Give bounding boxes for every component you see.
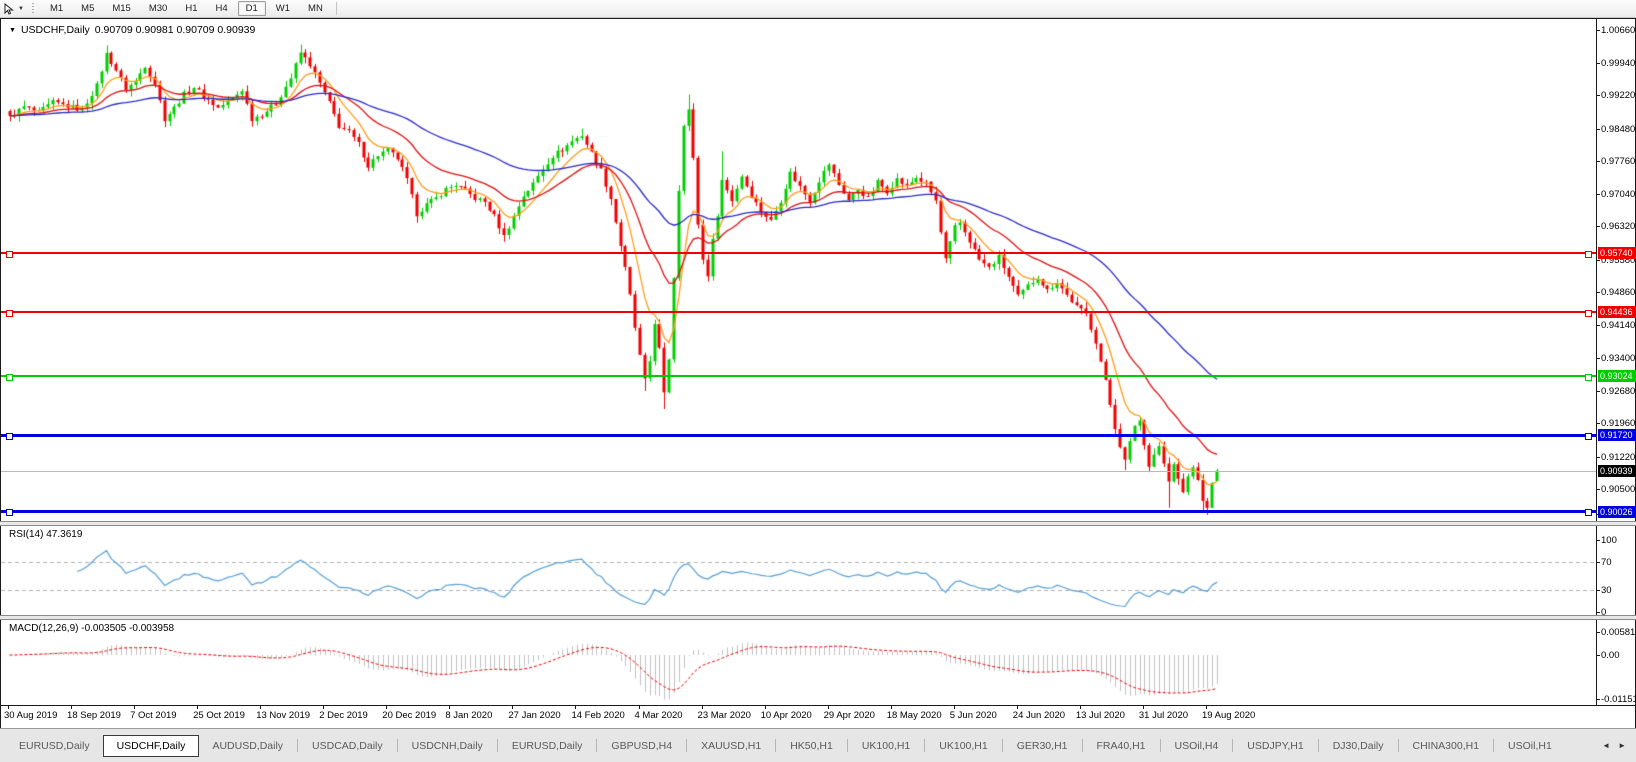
price-axis-label: 0.93400 xyxy=(1601,353,1635,364)
macd-indicator-label: MACD(12,26,9) -0.003505 -0.003958 xyxy=(9,623,174,634)
chart-menu-arrow-icon[interactable]: ▼ xyxy=(9,27,16,34)
hline-price-chip: 0.90026 xyxy=(1598,506,1636,518)
date-axis-label[interactable]: 29 Apr 2020 xyxy=(824,710,875,721)
date-axis-label[interactable]: 8 Jan 2020 xyxy=(445,710,492,721)
price-axis-label: 0.92680 xyxy=(1601,386,1635,397)
hline-handle[interactable] xyxy=(1585,509,1592,516)
macd-axis-label-bottom: -0.01151 xyxy=(1601,694,1636,705)
price-axis-border xyxy=(1596,19,1597,706)
date-axis-label[interactable]: 13 Nov 2019 xyxy=(256,710,310,721)
price-axis-label: 0.91220 xyxy=(1601,452,1635,463)
rsi-axis-label: 70 xyxy=(1601,557,1612,568)
hline-price-chip: 0.94436 xyxy=(1598,306,1636,318)
hline-handle[interactable] xyxy=(6,374,13,381)
rsi-indicator-label: RSI(14) 47.3619 xyxy=(9,529,82,540)
rsi-axis-label: 0 xyxy=(1601,607,1606,618)
date-axis-label[interactable]: 13 Jul 2020 xyxy=(1076,710,1125,721)
hline-0.90026[interactable] xyxy=(1,510,1596,513)
rsi-axis-label: 100 xyxy=(1601,535,1617,546)
price-axis-label: 0.97760 xyxy=(1601,156,1635,167)
date-axis-label[interactable]: 23 Mar 2020 xyxy=(698,710,751,721)
date-axis-label[interactable]: 7 Oct 2019 xyxy=(130,710,176,721)
mt4-terminal: { "toolbar": { "cursor_tool": "cursor", … xyxy=(0,0,1636,762)
hline-0.91720[interactable] xyxy=(1,434,1596,437)
hline-price-chip: 0.93024 xyxy=(1598,370,1636,382)
price-axis-label: 0.94860 xyxy=(1601,287,1635,298)
chart-ohlc-values: 0.90709 0.90981 0.90709 0.90939 xyxy=(95,24,256,36)
date-axis-label[interactable]: 18 May 2020 xyxy=(887,710,942,721)
price-axis-label: 0.99220 xyxy=(1601,90,1635,101)
pane-splitter-rsi[interactable] xyxy=(0,521,1636,526)
price-axis-label: 0.96320 xyxy=(1601,221,1635,232)
hline-price-chip: 0.91720 xyxy=(1598,429,1636,441)
price-axis-label: 0.91960 xyxy=(1601,418,1635,429)
date-axis-label[interactable]: 5 Jun 2020 xyxy=(950,710,997,721)
price-axis-label: 0.98480 xyxy=(1601,124,1635,135)
date-axis-label[interactable]: 31 Jul 2020 xyxy=(1139,710,1188,721)
bid-price-chip: 0.90939 xyxy=(1598,465,1636,477)
chart-symbol-period: USDCHF,Daily xyxy=(21,24,90,36)
chart-title: ▼ USDCHF,Daily 0.90709 0.90981 0.90709 0… xyxy=(9,24,255,36)
hline-handle[interactable] xyxy=(1585,374,1592,381)
macd-axis-label-top: 0.005818 xyxy=(1601,627,1636,638)
hline-handle[interactable] xyxy=(6,251,13,258)
hline-handle[interactable] xyxy=(6,433,13,440)
price-axis-label: 0.97040 xyxy=(1601,189,1635,200)
hline-handle[interactable] xyxy=(1585,310,1592,317)
date-axis-label[interactable]: 19 Aug 2020 xyxy=(1202,710,1255,721)
date-axis-label[interactable]: 27 Jan 2020 xyxy=(508,710,560,721)
price-axis-label: 0.99940 xyxy=(1601,58,1635,69)
price-axis-label: 1.00660 xyxy=(1601,25,1635,36)
date-axis-label[interactable]: 2 Dec 2019 xyxy=(319,710,368,721)
price-axis-label: 0.94140 xyxy=(1601,320,1635,331)
hline-handle[interactable] xyxy=(6,310,13,317)
date-axis-label[interactable]: 20 Dec 2019 xyxy=(382,710,436,721)
hline-handle[interactable] xyxy=(6,509,13,516)
date-axis-label[interactable]: 24 Jun 2020 xyxy=(1013,710,1065,721)
rsi-axis-label: 30 xyxy=(1601,585,1612,596)
bid-price-line xyxy=(1,471,1596,472)
date-axis-label[interactable]: 14 Feb 2020 xyxy=(571,710,624,721)
date-axis-label[interactable]: 30 Aug 2019 xyxy=(4,710,57,721)
hline-0.94436[interactable] xyxy=(1,311,1596,313)
date-axis-label[interactable]: 10 Apr 2020 xyxy=(761,710,812,721)
hline-price-chip: 0.95740 xyxy=(1598,247,1636,259)
price-axis-label: 0.90500 xyxy=(1601,484,1635,495)
chart-canvas[interactable] xyxy=(0,0,1636,762)
hline-handle[interactable] xyxy=(1585,251,1592,258)
macd-pane-bottom-border xyxy=(0,705,1636,706)
date-axis-label[interactable]: 4 Mar 2020 xyxy=(635,710,683,721)
date-axis-label[interactable]: 18 Sep 2019 xyxy=(67,710,121,721)
macd-axis-label-zero: 0.00 xyxy=(1601,650,1620,661)
hline-handle[interactable] xyxy=(1585,433,1592,440)
date-axis-label[interactable]: 25 Oct 2019 xyxy=(193,710,245,721)
hline-0.95740[interactable] xyxy=(1,252,1596,254)
pane-splitter-macd[interactable] xyxy=(0,615,1636,620)
hline-0.93024[interactable] xyxy=(1,375,1596,377)
